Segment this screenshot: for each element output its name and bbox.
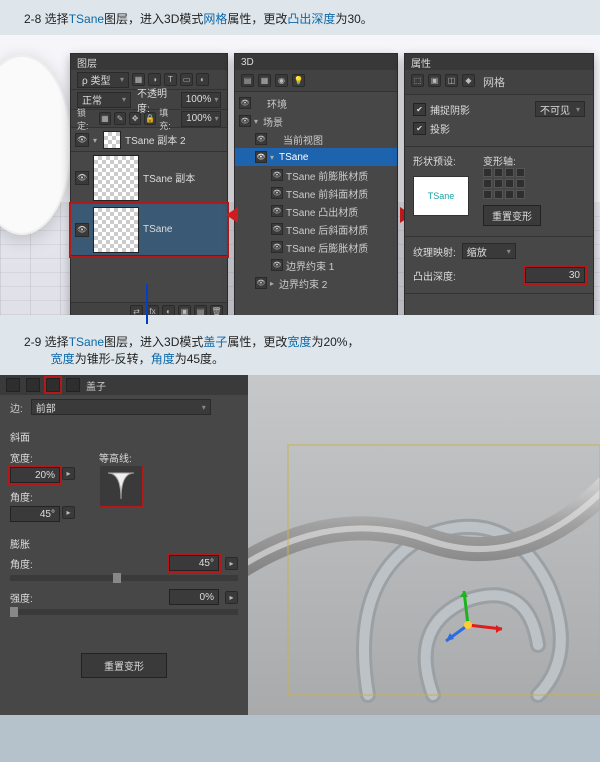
bevel-heading: 斜面 [10,429,238,444]
lock-icon-4[interactable]: 🔒 [144,112,156,125]
3d-item-env[interactable]: 👁环境 [235,94,397,112]
width-stepper[interactable]: ▸ [62,467,75,480]
angle1-field[interactable]: 45° [10,506,60,522]
deform-axis-label: 变形轴: [483,153,541,168]
3d-panel: 3D ▤ ▦ ◉ 💡 👁环境 👁场景 👁当前视图 👁TSane 👁TSane 前… [234,53,398,315]
link-icon[interactable]: ⇄ [130,305,143,315]
side-label: 边: [10,400,23,415]
instruction-28: 2-8 选择TSane图层，进入3D模式网格属性，更改凸出深度为30。 [0,0,600,35]
reset-deform-button-2[interactable]: 重置变形 [81,653,167,678]
3d-item-tsane[interactable]: 👁TSane [235,148,397,166]
filter-icon-5[interactable]: ◐ [196,73,209,86]
3d-item-scene[interactable]: 👁场景 [235,112,397,130]
properties-tab[interactable]: 属性 [405,54,593,70]
mesh-label: 网格 [483,74,505,90]
layer-row-copy2[interactable]: 👁 TSane 副本 2 [71,128,227,152]
extrude-depth-field[interactable]: 30 [525,267,585,283]
side-select[interactable]: 前部 [31,399,211,415]
shape-preset-label: 形状预设: [413,153,469,168]
lock-icon-2[interactable]: ✎ [114,112,126,125]
prop-tool-1[interactable]: ⬚ [411,74,424,87]
instruction-29: 2-9 选择TSane图层，进入3D模式盖子属性，更改宽度为20%， 宽度为锥形… [0,315,600,375]
prop-tool-4[interactable]: ◆ [462,74,475,87]
extrude-label: 凸出深度: [413,268,456,283]
trash-icon[interactable]: 🗑 [210,305,223,315]
visibility-icon[interactable]: 👁 [75,223,89,237]
visibility-icon[interactable]: 👁 [75,133,89,147]
filter-icon-4[interactable]: ▭ [180,73,193,86]
reset-deform-button[interactable]: 重置变形 [483,205,541,226]
angle1-stepper[interactable]: ▸ [62,506,75,519]
prop-tool-3[interactable]: ◫ [445,74,458,87]
stage2-screenshot: 盖子 边: 前部 斜面 宽度: 20% ▸ 角度: 45° ▸ [0,375,600,715]
width-field[interactable]: 20% [10,467,60,483]
mask-icon[interactable]: ◐ [162,305,175,315]
angle2-stepper[interactable]: ▸ [225,557,238,570]
inflate-heading: 膨胀 [10,536,238,551]
intensity-stepper[interactable]: ▸ [225,591,238,604]
layers-panel: 图层 ρ 类型 ▦ ◑ T ▭ ◐ 正常 不透明度: 100% 锁定: ▦ ✎ … [70,53,228,315]
3d-scene-list: 👁环境 👁场景 👁当前视图 👁TSane 👁TSane 前膨胀材质 👁TSane… [235,92,397,294]
folder-icon[interactable]: ▣ [178,305,191,315]
blue-guideline [146,284,148,324]
layers-footer: ⇄ fx ◐ ▣ ▤ 🗑 [71,302,227,315]
lock-label: 锁定: [77,106,96,132]
tube-render [248,375,600,715]
3d-viewport[interactable] [248,375,600,715]
cap-tool-1[interactable] [6,378,20,392]
opacity-field[interactable]: 100% [181,92,221,108]
cap-properties-panel: 盖子 边: 前部 斜面 宽度: 20% ▸ 角度: 45° ▸ [0,375,248,715]
fill-label: 填充: [159,106,178,132]
angle2-label: 角度: [10,556,33,571]
intensity-slider[interactable] [10,607,18,617]
lock-icon-1[interactable]: ▦ [99,112,111,125]
3d-item-view[interactable]: 👁当前视图 [235,130,397,148]
layers-tab[interactable]: 图层 [71,54,227,70]
contour-preset[interactable] [99,465,143,507]
stage1-screenshot: 图层 ρ 类型 ▦ ◑ T ▭ ◐ 正常 不透明度: 100% 锁定: ▦ ✎ … [0,35,600,315]
red-arrow-left [226,207,238,223]
3d-filter-1[interactable]: ▤ [241,74,254,87]
3d-filter-2[interactable]: ▦ [258,74,271,87]
layer-row-tsane[interactable]: 👁 TSane [71,204,227,256]
3d-item-mat5[interactable]: 👁TSane 后膨胀材质 [235,238,397,256]
tex-map-label: 纹理映射: [413,244,456,259]
tex-map-select[interactable]: 缩放 [462,243,516,259]
cap-tool-3[interactable] [46,378,60,392]
angle2-field[interactable]: 45° [169,555,219,571]
3d-item-cons2[interactable]: 👁边界约束 2 [235,274,397,292]
properties-panel: 属性 ⬚ ▣ ◫ ◆ 网格 捕捉阴影 不可见 投影 形状预设: TSane 变形… [404,53,594,315]
visibility-icon[interactable]: 👁 [75,171,89,185]
prop-tool-2[interactable]: ▣ [428,74,441,87]
intensity-label: 强度: [10,590,33,605]
filter-type-select[interactable]: ρ 类型 [77,72,129,88]
lock-icon-3[interactable]: ✥ [129,112,141,125]
angle1-label: 角度: [10,489,75,504]
preset-thumb[interactable]: TSane [413,176,469,216]
angle2-slider[interactable] [113,573,121,583]
3d-filter-3[interactable]: ◉ [275,74,288,87]
3d-item-cons1[interactable]: 👁边界约束 1 [235,256,397,274]
layer-row-copy1[interactable]: 👁 TSane 副本 [71,152,227,204]
cast-shadow-check[interactable]: 投影 [413,121,450,136]
cap-tool-4[interactable] [66,378,80,392]
cap-title: 盖子 [86,378,106,393]
3d-item-mat3[interactable]: 👁TSane 凸出材质 [235,202,397,220]
cap-tool-2[interactable] [26,378,40,392]
invisible-select[interactable]: 不可见 [535,101,585,117]
3d-item-mat4[interactable]: 👁TSane 后斜面材质 [235,220,397,238]
intensity-field[interactable]: 0% [169,589,219,605]
3d-tab[interactable]: 3D [235,54,397,70]
3d-filter-4[interactable]: 💡 [292,74,305,87]
3d-item-mat2[interactable]: 👁TSane 前斜面材质 [235,184,397,202]
catch-shadow-check[interactable]: 捕捉阴影 [413,101,470,117]
width-label: 宽度: [10,450,75,465]
contour-label: 等高线: [99,450,143,465]
fill-field[interactable]: 100% [181,111,221,127]
3d-item-mat1[interactable]: 👁TSane 前膨胀材质 [235,166,397,184]
new-layer-icon[interactable]: ▤ [194,305,207,315]
deform-axis-grid[interactable] [483,168,541,205]
